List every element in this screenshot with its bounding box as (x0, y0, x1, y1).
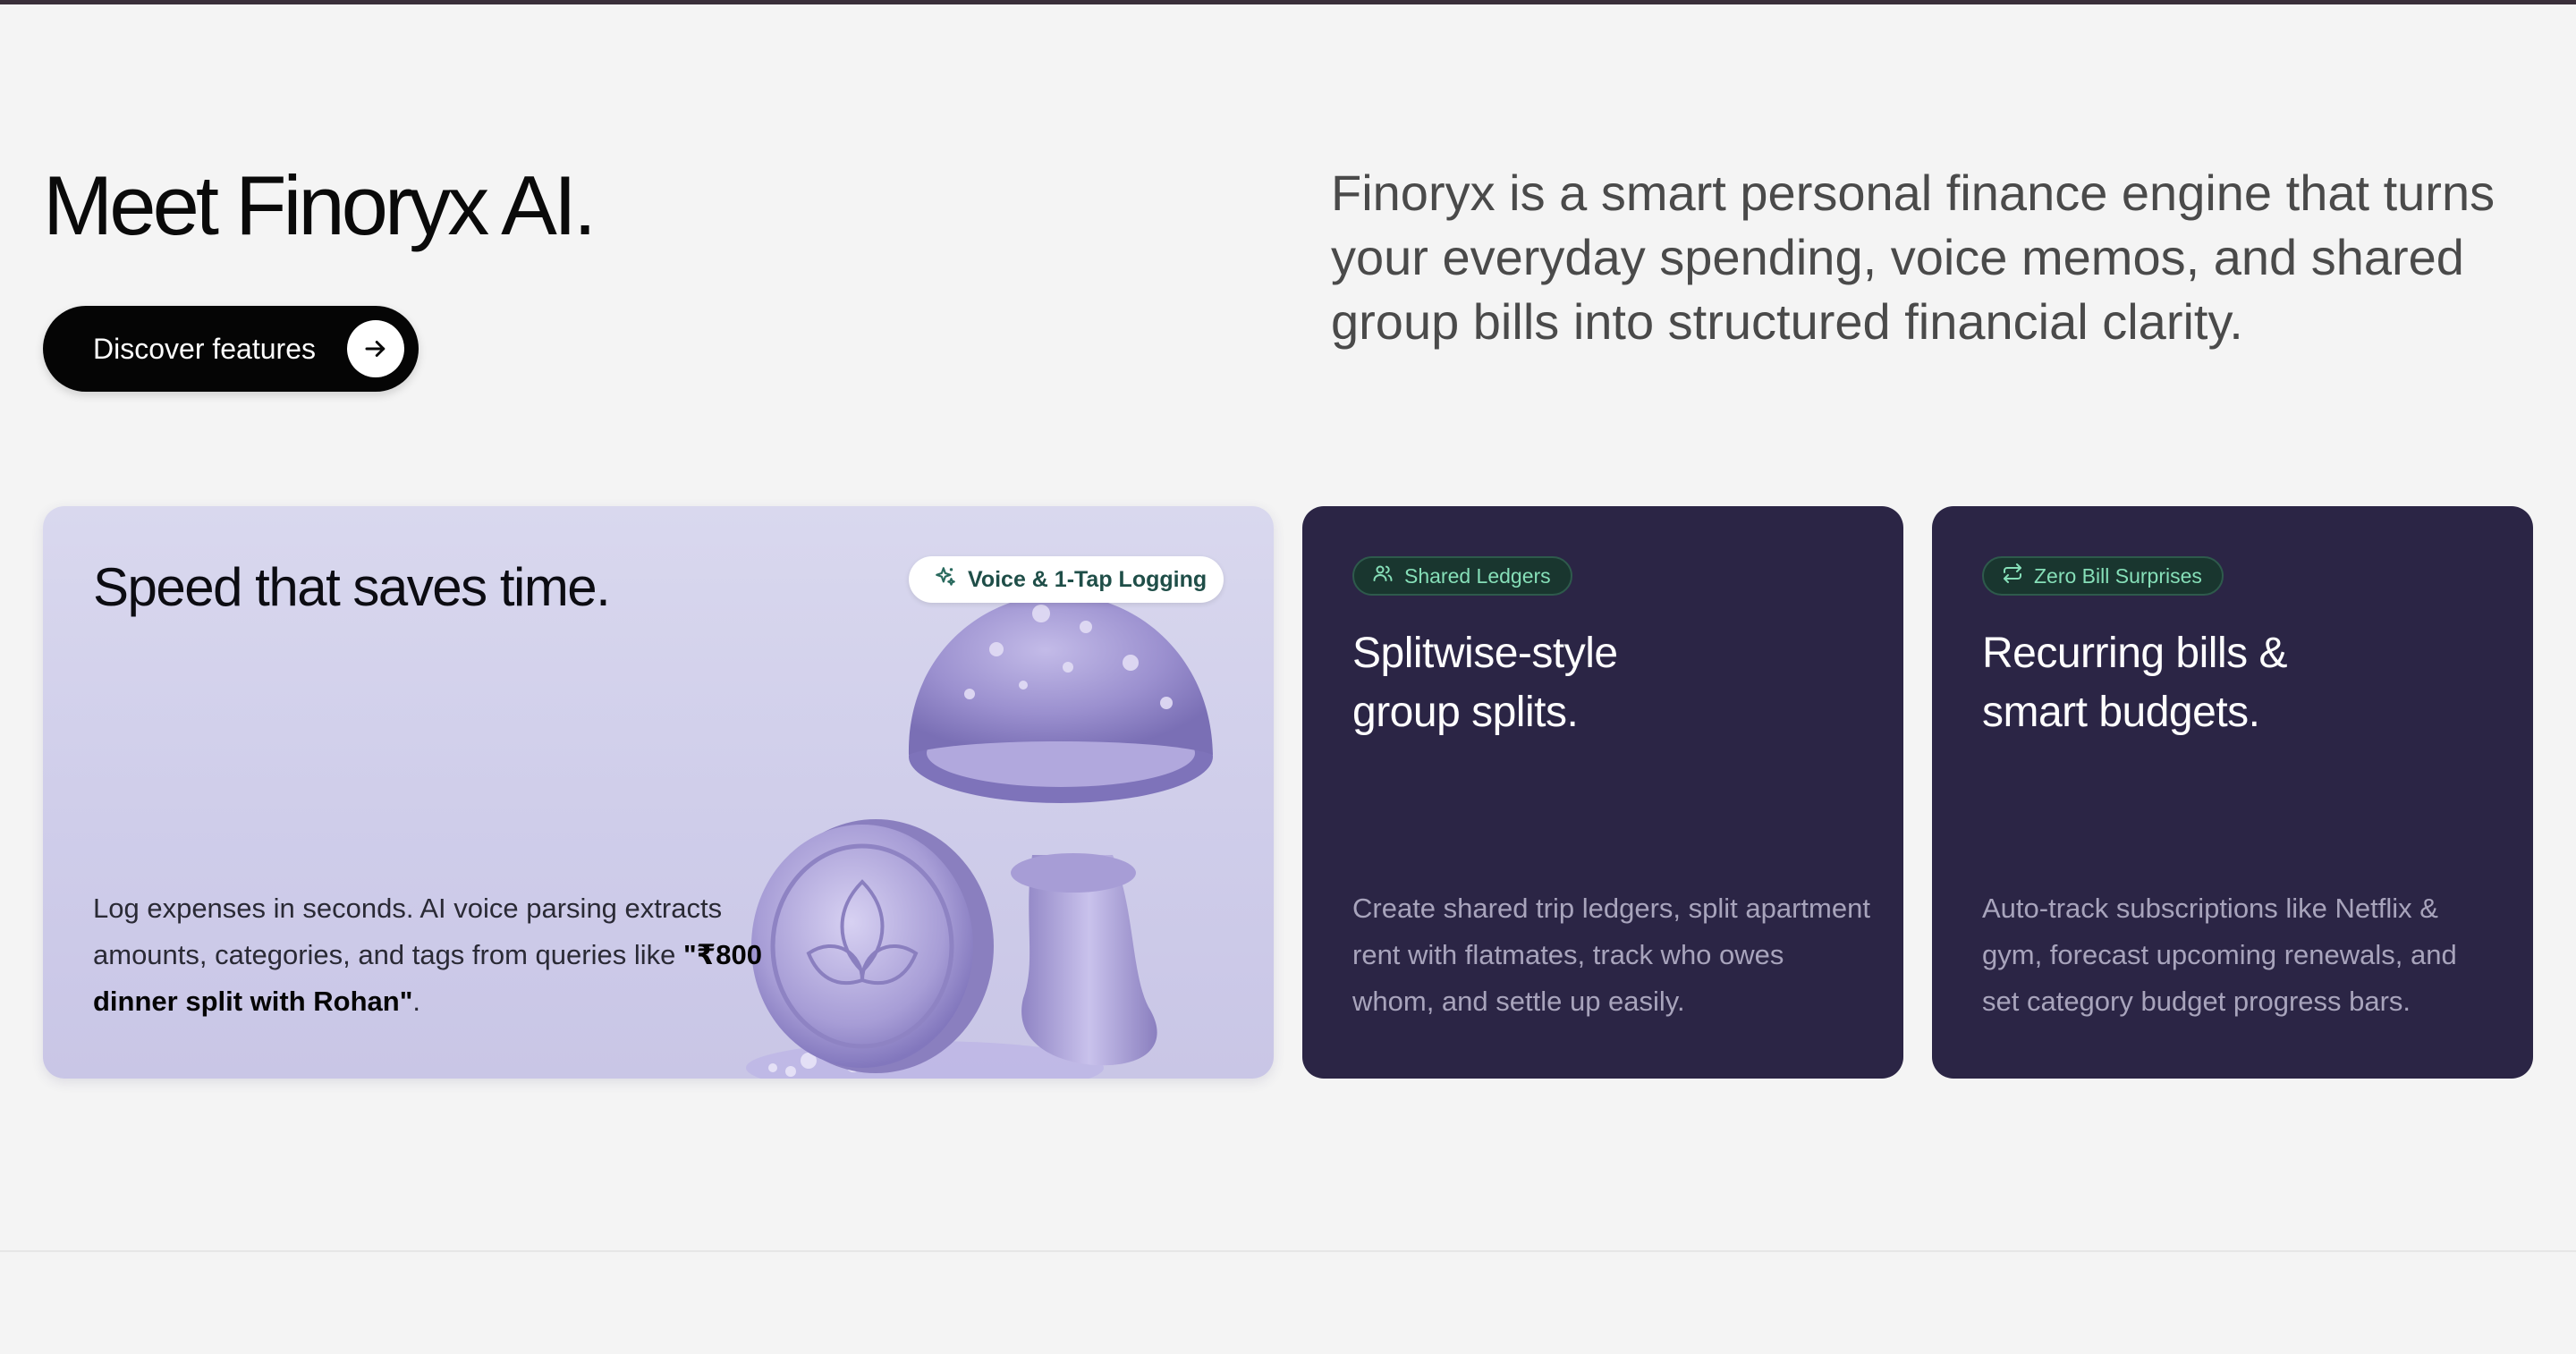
top-accent-bar (0, 0, 2576, 4)
shared-ledgers-badge: Shared Ledgers (1352, 556, 1572, 596)
discover-features-button[interactable]: Discover features (43, 306, 419, 392)
speed-feature-card: Speed that saves time. Voice & 1-Tap Log… (43, 506, 1274, 1079)
voice-logging-badge-label: Voice & 1-Tap Logging (968, 566, 1208, 592)
recurring-bills-title: Recurring bills & smart budgets. (1982, 624, 2287, 742)
discover-features-label: Discover features (93, 332, 316, 365)
sparkles-icon (934, 565, 957, 595)
shared-ledgers-badge-label: Shared Ledgers (1404, 563, 1551, 588)
arrow-right-icon (347, 320, 404, 377)
speed-card-description-period: . (412, 986, 421, 1017)
hero-description: Finoryx is a smart personal finance engi… (1331, 165, 2496, 350)
group-splits-card: Shared Ledgers Splitwise-style group spli… (1302, 506, 1903, 1079)
zero-bill-surprises-badge-label: Zero Bill Surprises (2034, 563, 2202, 588)
voice-logging-badge: Voice & 1-Tap Logging (909, 556, 1224, 603)
zero-bill-surprises-badge: Zero Bill Surprises (1982, 556, 2224, 596)
recurring-bills-card: Zero Bill Surprises Recurring bills & sma… (1932, 506, 2533, 1079)
speed-card-title: Speed that saves time. (93, 557, 611, 617)
section-divider (0, 1250, 2576, 1252)
group-splits-description: Create shared trip ledgers, split apartm… (1352, 893, 1870, 1017)
recurring-bills-title-line2: smart budgets. (1982, 689, 2260, 736)
speed-card-description: Log expenses in seconds. AI voice parsin… (93, 885, 826, 1025)
group-splits-title-line1: Splitwise-style (1352, 630, 1618, 677)
group-splits-title: Splitwise-style group splits. (1352, 624, 1618, 742)
hero-title: Meet Finoryx AI. (43, 158, 597, 252)
recurring-bills-description: Auto-track subscriptions like Netflix & … (1982, 893, 2457, 1017)
speed-card-description-text: Log expenses in seconds. AI voice parsin… (93, 893, 723, 970)
users-icon (1372, 563, 1394, 589)
group-splits-title-line2: group splits. (1352, 689, 1579, 736)
recurring-bills-title-line1: Recurring bills & (1982, 630, 2287, 677)
repeat-icon (2002, 563, 2023, 589)
